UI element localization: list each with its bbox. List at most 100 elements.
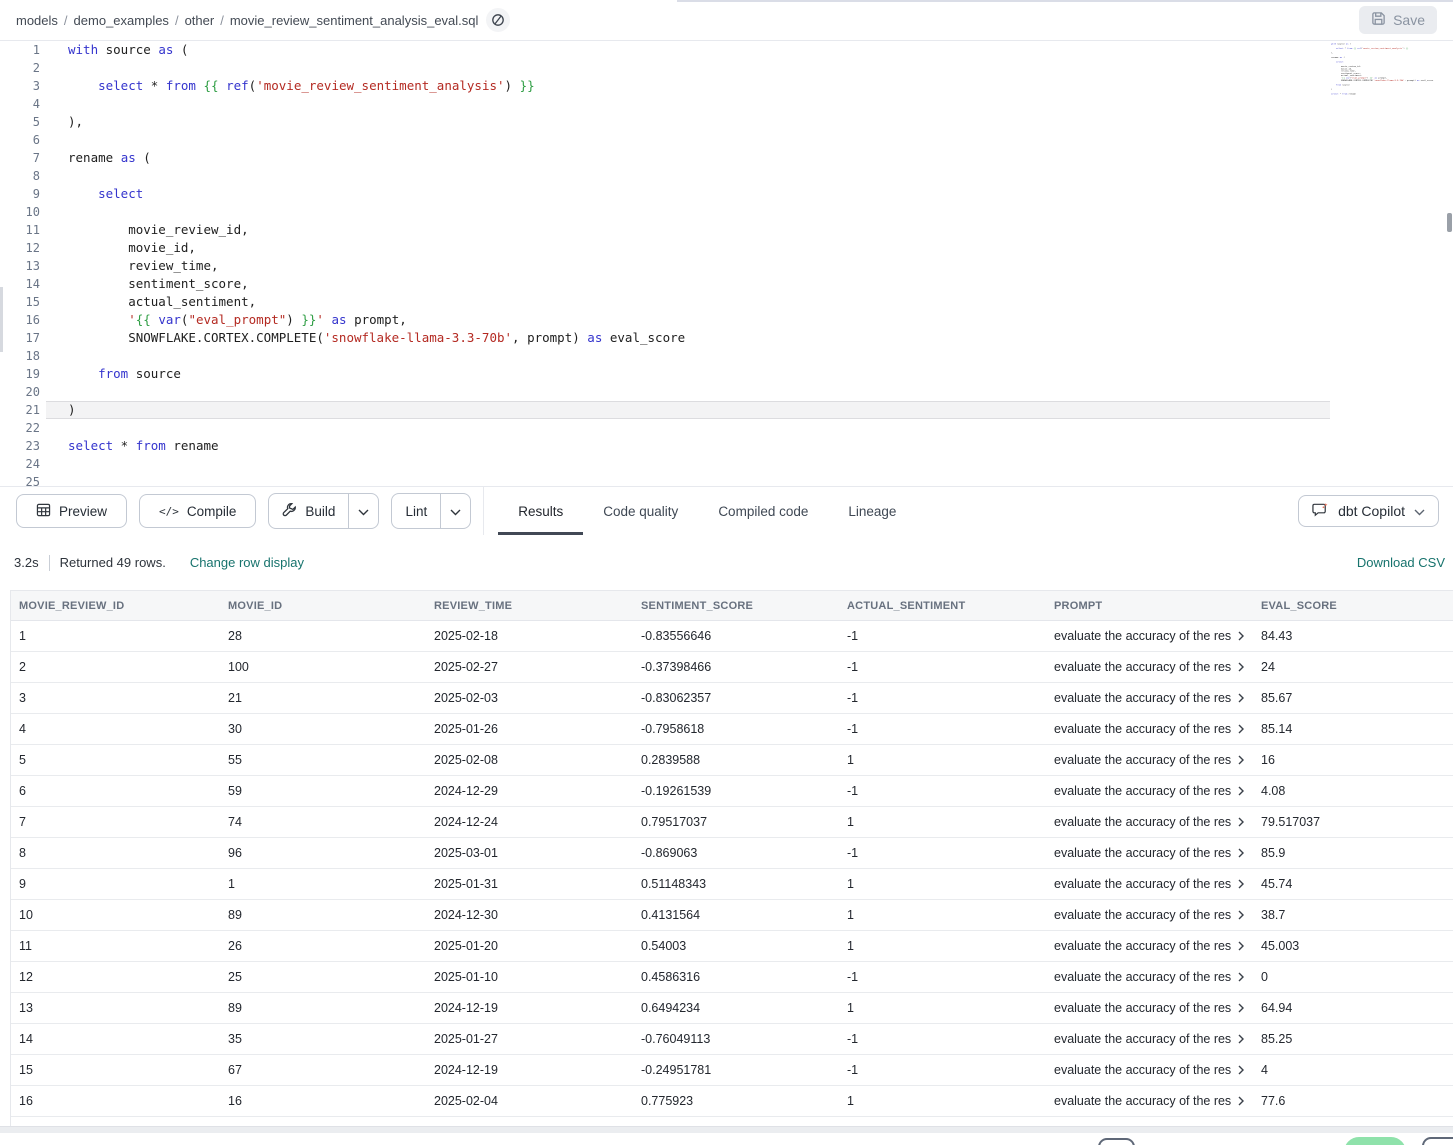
code-line[interactable]: 1with source as ( — [0, 41, 1453, 59]
code-token: as — [587, 330, 602, 345]
expand-cell-chevron-icon[interactable] — [1236, 848, 1246, 858]
code-line[interactable]: 23select * from rename — [0, 437, 1453, 455]
column-header[interactable]: EVAL_SCORE — [1253, 591, 1453, 620]
code-line[interactable]: 8 — [0, 167, 1453, 185]
change-row-display-link[interactable]: Change row display — [190, 555, 304, 570]
breadcrumb[interactable]: models/demo_examples/other/movie_review_… — [16, 13, 478, 28]
code-line[interactable]: 9 select — [0, 185, 1453, 203]
code-line[interactable]: 16 '{{ var("eval_prompt") }}' as prompt, — [0, 311, 1453, 329]
expand-cell-chevron-icon[interactable] — [1236, 631, 1246, 641]
breadcrumb-segment[interactable]: movie_review_sentiment_analysis_eval.sql — [230, 13, 479, 28]
download-csv-link[interactable]: Download CSV — [1357, 555, 1445, 570]
cell-movie_id: 26 — [220, 931, 426, 961]
expand-cell-chevron-icon[interactable] — [1236, 662, 1246, 672]
code-token: eval_score — [1419, 79, 1433, 81]
cell-prompt: evaluate the accuracy of the res… — [1046, 900, 1253, 930]
expand-cell-chevron-icon[interactable] — [1236, 941, 1246, 951]
tab-compiled-code[interactable]: Compiled code — [698, 487, 828, 535]
column-header[interactable]: REVIEW_TIME — [426, 591, 633, 620]
cell-prompt: evaluate the accuracy of the res… — [1046, 745, 1253, 775]
dbt-copilot-button[interactable]: dbt Copilot — [1298, 495, 1439, 527]
expand-cell-chevron-icon[interactable] — [1236, 724, 1246, 734]
column-header[interactable]: MOVIE_REVIEW_ID — [11, 591, 220, 620]
code-line[interactable]: 17 SNOWFLAKE.CORTEX.COMPLETE('snowflake-… — [0, 329, 1453, 347]
tab-results[interactable]: Results — [498, 487, 583, 535]
expand-cell-chevron-icon[interactable] — [1236, 879, 1246, 889]
cell-eval_score: 85.9 — [1253, 838, 1453, 868]
code-token: ), — [68, 114, 83, 129]
code-token: 'snowflake-llama-3.3-70b' — [1373, 79, 1404, 81]
expand-cell-chevron-icon[interactable] — [1236, 786, 1246, 796]
editor-scrollbar-thumb[interactable] — [1447, 213, 1452, 232]
breadcrumb-segment[interactable]: other — [185, 13, 215, 28]
code-line[interactable]: 4 — [0, 95, 1453, 113]
code-line[interactable]: 24 — [0, 455, 1453, 473]
code-line[interactable]: 21) — [0, 401, 1453, 419]
column-header[interactable]: ACTUAL_SENTIMENT — [839, 591, 1046, 620]
code-line[interactable]: 11 movie_review_id, — [0, 221, 1453, 239]
code-line[interactable]: 18 — [0, 347, 1453, 365]
wrench-icon — [282, 502, 297, 520]
cell-actual_sentiment: -1 — [839, 1055, 1046, 1085]
breadcrumb-segment[interactable]: models — [16, 13, 58, 28]
table-row: 1282025-02-18-0.83556646-1evaluate the a… — [11, 621, 1453, 652]
cell-sentiment_score: -0.7958618 — [633, 714, 839, 744]
lint-button[interactable]: Lint — [392, 494, 440, 528]
breadcrumb-separator: / — [64, 13, 68, 28]
compile-button[interactable]: </> Compile — [139, 494, 256, 528]
code-line[interactable]: 15 actual_sentiment, — [0, 293, 1453, 311]
prompt-text: evaluate the accuracy of the res… — [1054, 629, 1232, 643]
expand-cell-chevron-icon[interactable] — [1236, 755, 1246, 765]
code-line[interactable]: 13 review_time, — [0, 257, 1453, 275]
cell-sentiment_score: -0.76049113 — [633, 1024, 839, 1054]
expand-cell-chevron-icon[interactable] — [1236, 972, 1246, 982]
cell-prompt: evaluate the accuracy of the res… — [1046, 931, 1253, 961]
tab-lineage[interactable]: Lineage — [828, 487, 916, 535]
save-button[interactable]: Save — [1359, 6, 1437, 34]
expand-cell-chevron-icon[interactable] — [1236, 910, 1246, 920]
code-line[interactable]: 10 — [0, 203, 1453, 221]
code-text: review_time, — [68, 257, 219, 275]
line-number: 25 — [0, 473, 40, 486]
code-editor[interactable]: 1with source as (23 select * from {{ ref… — [0, 41, 1453, 486]
build-dropdown-toggle[interactable] — [348, 494, 378, 528]
bottom-partial-button[interactable] — [1422, 1137, 1453, 1145]
code-line[interactable]: 14 sentiment_score, — [0, 275, 1453, 293]
tab-code-quality[interactable]: Code quality — [583, 487, 698, 535]
code-line[interactable]: 19 from source — [0, 365, 1453, 383]
editor-minimap[interactable]: with source as ( select * from {{ ref('m… — [1331, 43, 1447, 107]
bottom-partial-green-pill[interactable] — [1344, 1137, 1406, 1145]
code-line[interactable]: 2 — [0, 59, 1453, 77]
code-line[interactable]: 12 movie_id, — [0, 239, 1453, 257]
cell-prompt: evaluate the accuracy of the res… — [1046, 1055, 1253, 1085]
cell-review_time: 2025-01-10 — [426, 962, 633, 992]
breadcrumb-segment[interactable]: demo_examples — [74, 13, 169, 28]
code-line[interactable]: 20 — [0, 383, 1453, 401]
code-line[interactable]: 6 — [0, 131, 1453, 149]
code-line[interactable]: 22 — [0, 419, 1453, 437]
code-line[interactable]: 3 select * from {{ ref('movie_review_sen… — [0, 77, 1453, 95]
lint-dropdown-toggle[interactable] — [440, 494, 470, 528]
column-header[interactable]: PROMPT — [1046, 591, 1253, 620]
preview-button[interactable]: Preview — [16, 494, 127, 528]
code-line[interactable]: 5), — [0, 113, 1453, 131]
cell-review_time: 2025-01-26 — [426, 714, 633, 744]
file-status-icon[interactable] — [486, 8, 510, 32]
build-button[interactable]: Build — [269, 494, 348, 528]
cell-eval_score: 24 — [1253, 652, 1453, 682]
results-table: MOVIE_REVIEW_IDMOVIE_IDREVIEW_TIMESENTIM… — [10, 590, 1453, 1145]
expand-cell-chevron-icon[interactable] — [1236, 693, 1246, 703]
expand-cell-chevron-icon[interactable] — [1236, 1034, 1246, 1044]
column-header[interactable]: MOVIE_ID — [220, 591, 426, 620]
expand-cell-chevron-icon[interactable] — [1236, 1065, 1246, 1075]
bottom-partial-button[interactable] — [1098, 1138, 1135, 1145]
code-line[interactable]: 25 — [0, 473, 1453, 486]
expand-cell-chevron-icon[interactable] — [1236, 817, 1246, 827]
code-line[interactable]: 7rename as ( — [0, 149, 1453, 167]
expand-cell-chevron-icon[interactable] — [1236, 1096, 1246, 1106]
cell-sentiment_score: 0.54003 — [633, 931, 839, 961]
column-header[interactable]: SENTIMENT_SCORE — [633, 591, 839, 620]
line-number: 8 — [0, 167, 40, 185]
code-text: with source as ( — [68, 41, 188, 59]
expand-cell-chevron-icon[interactable] — [1236, 1003, 1246, 1013]
